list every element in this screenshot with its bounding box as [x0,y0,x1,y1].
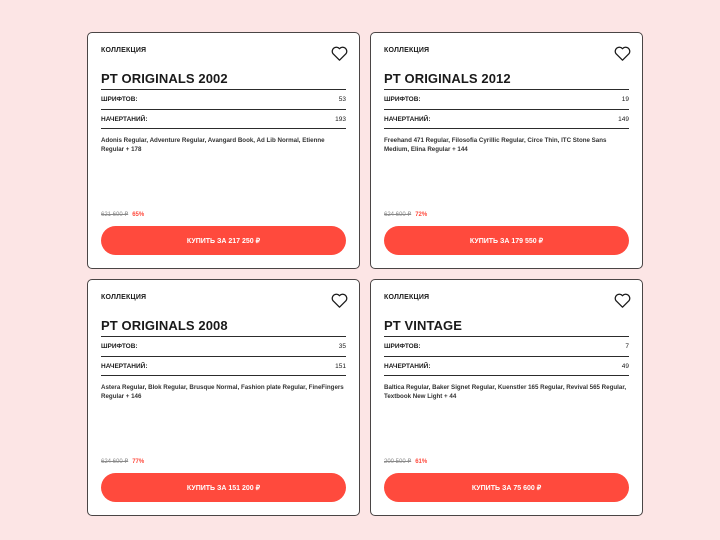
fonts-count-value: 35 [338,343,346,350]
price-line: 621 600 ₽ 65% [101,211,346,219]
price-line: 624 600 ₽ 72% [384,211,629,219]
collection-kind-label: Коллекция [384,47,430,54]
fonts-count-label: Шрифтов: [384,343,421,350]
old-price: 621 600 ₽ [101,212,129,218]
fonts-count-value: 53 [338,96,346,103]
discount-badge: 65% [132,211,145,218]
heart-icon[interactable] [613,44,631,62]
fonts-count-row: Шрифтов: 53 [101,89,346,109]
buy-button[interactable]: Купить за 151 200 ₽ [101,473,346,502]
collection-card: Коллекция PT VINTAGE Шрифтов: 7 Начертан… [370,279,643,516]
fonts-count-value: 19 [621,96,629,103]
old-price: 624 600 ₽ [101,459,129,465]
collection-grid: Коллекция PT ORIGINALS 2002 Шрифтов: 53 … [87,32,643,516]
collection-title: PT ORIGINALS 2012 [384,71,511,86]
styles-count-label: Начертаний: [384,362,431,370]
discount-badge: 77% [132,458,145,465]
collection-card: Коллекция PT ORIGINALS 2012 Шрифтов: 19 … [370,32,643,269]
heart-icon[interactable] [613,291,631,309]
card-header: Коллекция [101,291,348,314]
buy-button[interactable]: Купить за 75 600 ₽ [384,473,629,502]
fonts-count-label: Шрифтов: [101,343,138,350]
buy-button[interactable]: Купить за 179 550 ₽ [384,226,629,255]
collection-title: PT VINTAGE [384,318,463,333]
heart-icon[interactable] [330,44,348,62]
collection-kind-label: Коллекция [384,294,430,301]
styles-count-value: 49 [621,362,629,370]
style-list: Baltica Regular, Baker Signet Regular, K… [384,384,627,400]
fonts-count-value: 7 [625,343,629,350]
styles-count-value: 149 [618,115,629,123]
card-header: Коллекция [384,291,631,314]
styles-count-row: Начертаний: 151 [101,356,346,376]
styles-count-label: Начертаний: [384,115,431,123]
collection-card: Коллекция PT ORIGINALS 2002 Шрифтов: 53 … [87,32,360,269]
buy-button[interactable]: Купить за 217 250 ₽ [101,226,346,255]
fonts-count-row: Шрифтов: 35 [101,336,346,356]
styles-count-row: Начертаний: 49 [384,356,629,376]
collection-kind-label: Коллекция [101,294,147,301]
styles-count-value: 193 [335,115,346,123]
price-line: 624 600 ₽ 77% [101,458,346,466]
styles-count-label: Начертаний: [101,362,148,370]
collection-kind-label: Коллекция [101,47,147,54]
discount-badge: 72% [415,211,428,218]
styles-count-row: Начертаний: 193 [101,109,346,129]
old-price: 200 500 ₽ [384,459,412,465]
styles-count-label: Начертаний: [101,115,148,123]
heart-icon[interactable] [330,291,348,309]
discount-badge: 61% [415,458,428,465]
fonts-count-row: Шрифтов: 19 [384,89,629,109]
collection-title: PT ORIGINALS 2008 [101,318,228,333]
collection-card: Коллекция PT ORIGINALS 2008 Шрифтов: 35 … [87,279,360,516]
styles-count-value: 151 [335,362,346,370]
card-header: Коллекция [384,44,631,67]
price-line: 200 500 ₽ 61% [384,458,629,466]
style-list: Adonis Regular, Adventure Regular, Avang… [101,137,325,153]
style-list: Freehand 471 Regular, Filosofia Cyrillic… [384,137,607,153]
fonts-count-row: Шрифтов: 7 [384,336,629,356]
card-header: Коллекция [101,44,348,67]
styles-count-row: Начертаний: 149 [384,109,629,129]
fonts-count-label: Шрифтов: [384,96,421,103]
style-list: Astera Regular, Blok Regular, Brusque No… [101,384,344,400]
collection-title: PT ORIGINALS 2002 [101,71,228,86]
fonts-count-label: Шрифтов: [101,96,138,103]
old-price: 624 600 ₽ [384,212,412,218]
